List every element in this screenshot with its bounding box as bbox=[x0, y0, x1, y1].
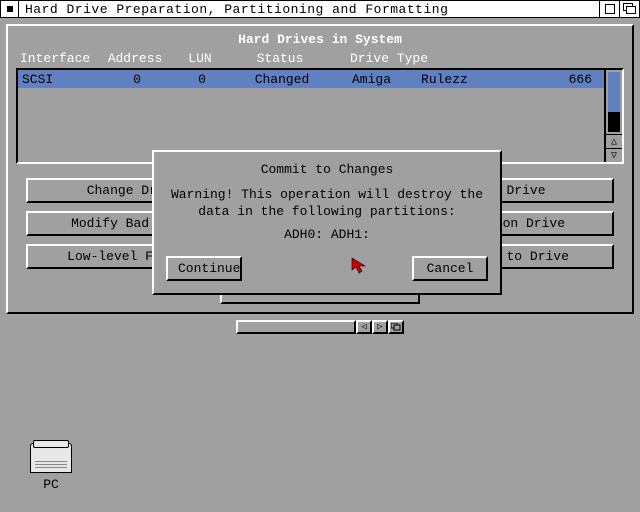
drive-list-headers: Interface Address LUN Status Drive Type bbox=[16, 51, 624, 68]
col-header-status: Status bbox=[230, 51, 330, 66]
scroll-right-icon[interactable]: ▷ bbox=[372, 320, 388, 334]
col-header-interface: Interface bbox=[20, 51, 100, 66]
dialog-warning-text: Warning! This operation will destroy the… bbox=[166, 187, 488, 221]
window-title: Hard Drive Preparation, Partitioning and… bbox=[19, 2, 599, 17]
col-header-drive-type: Drive Type bbox=[330, 51, 620, 66]
main-window: Hard Drives in System Interface Address … bbox=[6, 24, 634, 314]
col-header-lun: LUN bbox=[170, 51, 230, 66]
close-gadget[interactable] bbox=[1, 1, 19, 17]
continue-button[interactable]: Continue bbox=[166, 256, 242, 281]
dialog-title: Commit to Changes bbox=[166, 162, 488, 177]
horizontal-scroll-track[interactable] bbox=[236, 320, 356, 334]
scrollbar-thumb[interactable] bbox=[608, 72, 620, 112]
pc-disk-icon[interactable]: PC bbox=[30, 443, 72, 492]
cell-interface: SCSI bbox=[22, 72, 102, 87]
pc-disk-label: PC bbox=[30, 477, 72, 492]
dialog-partition-list: ADH0: ADH1: bbox=[166, 227, 488, 242]
drive-list-title: Hard Drives in System bbox=[16, 32, 624, 47]
window-titlebar: Hard Drive Preparation, Partitioning and… bbox=[0, 0, 640, 18]
screen-depth-gadget[interactable] bbox=[388, 320, 404, 334]
harddisk-icon bbox=[30, 443, 72, 473]
cell-num: 666 bbox=[540, 72, 600, 87]
drive-row[interactable]: SCSI 0 0 Changed Amiga Rulezz 666 bbox=[18, 70, 604, 88]
scroll-left-icon[interactable]: ◁ bbox=[356, 320, 372, 334]
zoom-gadget[interactable] bbox=[599, 1, 619, 17]
screen-depth-slider: ◁ ▷ bbox=[6, 320, 634, 334]
cancel-button[interactable]: Cancel bbox=[412, 256, 488, 281]
cell-lun: 0 bbox=[172, 72, 232, 87]
commit-changes-dialog: Commit to Changes Warning! This operatio… bbox=[152, 150, 502, 295]
col-header-address: Address bbox=[100, 51, 170, 66]
cell-type: Amiga Rulezz bbox=[332, 72, 540, 87]
scrollbar-track[interactable] bbox=[608, 72, 620, 132]
vertical-scrollbar[interactable]: △ ▽ bbox=[604, 70, 622, 162]
cell-status: Changed bbox=[232, 72, 332, 87]
depth-gadget[interactable] bbox=[619, 1, 639, 17]
scroll-up-icon[interactable]: △ bbox=[606, 134, 622, 148]
cell-address: 0 bbox=[102, 72, 172, 87]
scroll-down-icon[interactable]: ▽ bbox=[606, 148, 622, 162]
